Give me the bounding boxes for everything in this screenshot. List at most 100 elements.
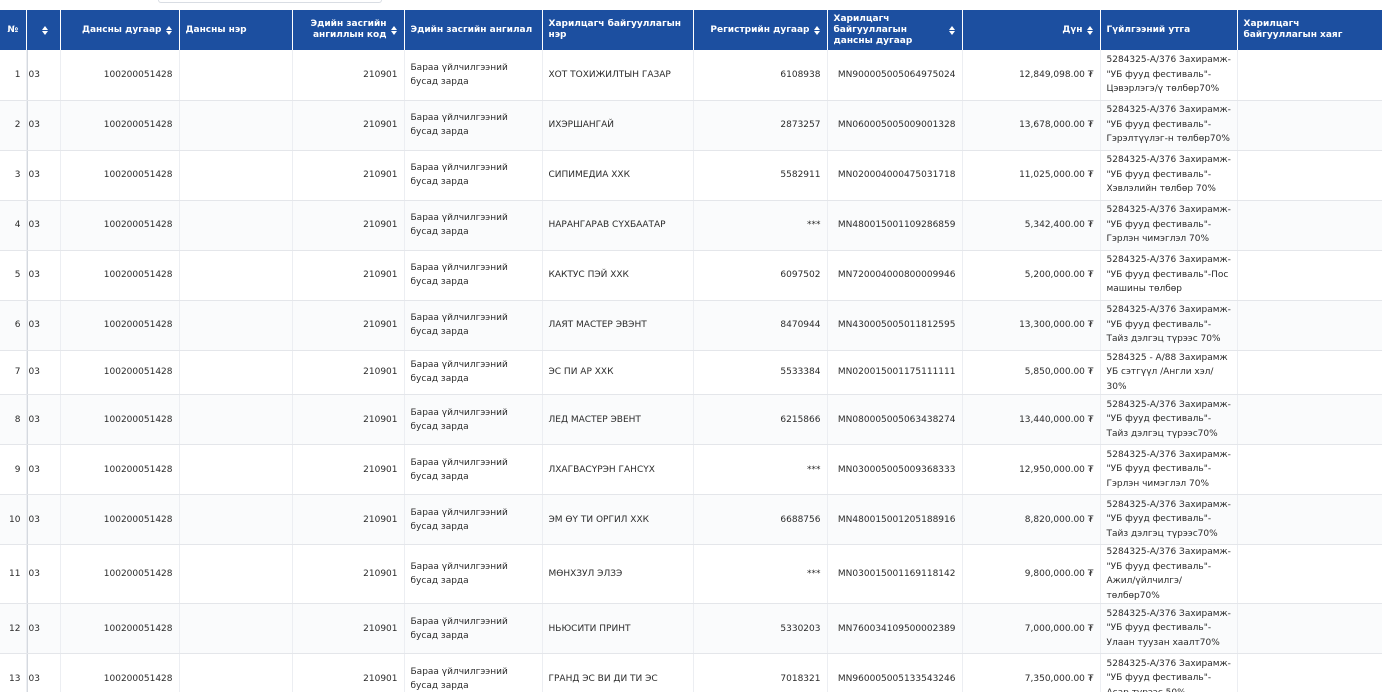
registration-number: *** xyxy=(693,200,828,251)
partner-account-number: MN020015001175111111 xyxy=(827,350,963,395)
registration-number: *** xyxy=(693,544,828,604)
econ-name: Бараа үйлчилгээний бусад зарда xyxy=(404,394,543,445)
transactions-table: № Дансны дугаар Дансны нэр Эдийн засгийн… xyxy=(0,10,1382,692)
econ-name: Бараа үйлчилгээний бусад зарда xyxy=(404,444,543,495)
partner-name: КАКТУС ПЭЙ ХХК xyxy=(542,250,694,301)
row-code: 03 xyxy=(26,350,61,395)
amount: 7,350,000.00 ₮ xyxy=(962,653,1101,692)
econ-code: 210901 xyxy=(292,300,405,351)
row-number: 7 xyxy=(0,350,27,395)
table-row[interactable]: 9 03 100200051428 210901 Бараа үйлчилгээ… xyxy=(0,444,1382,495)
amount: 5,200,000.00 ₮ xyxy=(962,250,1101,301)
sort-icon[interactable] xyxy=(814,25,821,35)
col-header-partner-account[interactable]: Харилцагч байгууллагын дансны дугаар xyxy=(827,10,963,50)
col-header-label: Гүйлгээний утга xyxy=(1106,24,1191,35)
sort-icon[interactable] xyxy=(949,25,956,35)
registration-number: 6108938 xyxy=(693,50,828,101)
account-name xyxy=(179,544,293,604)
table-row[interactable]: 12 03 100200051428 210901 Бараа үйлчилгэ… xyxy=(0,603,1382,654)
col-header-amount[interactable]: Дүн xyxy=(962,10,1101,50)
row-code: 03 xyxy=(26,100,61,151)
amount: 5,342,400.00 ₮ xyxy=(962,200,1101,251)
table-row[interactable]: 2 03 100200051428 210901 Бараа үйлчилгээ… xyxy=(0,100,1382,151)
registration-number: 5330203 xyxy=(693,603,828,654)
account-name xyxy=(179,394,293,445)
table-row[interactable]: 10 03 100200051428 210901 Бараа үйлчилгэ… xyxy=(0,494,1382,545)
row-number: 6 xyxy=(0,300,27,351)
col-header-code[interactable] xyxy=(26,10,61,50)
row-code: 03 xyxy=(26,494,61,545)
col-header-account-number[interactable]: Дансны дугаар xyxy=(60,10,180,50)
top-toolbar-strip xyxy=(0,0,1382,10)
amount: 5,850,000.00 ₮ xyxy=(962,350,1101,395)
partner-account-number: MN020004000475031718 xyxy=(827,150,963,201)
econ-name: Бараа үйлчилгээний бусад зарда xyxy=(404,603,543,654)
table-row[interactable]: 11 03 100200051428 210901 Бараа үйлчилгэ… xyxy=(0,544,1382,604)
table-row[interactable]: 13 03 100200051428 210901 Бараа үйлчилгэ… xyxy=(0,653,1382,692)
search-box-edge[interactable] xyxy=(158,0,382,3)
table-row[interactable]: 8 03 100200051428 210901 Бараа үйлчилгээ… xyxy=(0,394,1382,445)
registration-number: 5533384 xyxy=(693,350,828,395)
table-row[interactable]: 1 03 100200051428 210901 Бараа үйлчилгээ… xyxy=(0,50,1382,101)
partner-name: ИХЭРШАНГАЙ xyxy=(542,100,694,151)
account-number: 100200051428 xyxy=(60,150,180,201)
transaction-description: 5284325-А/376 Захирамж-"УБ фууд фестивал… xyxy=(1100,653,1238,692)
row-number: 9 xyxy=(0,444,27,495)
account-name xyxy=(179,603,293,654)
col-header-econ-code[interactable]: Эдийн засгийн ангиллын код xyxy=(292,10,405,50)
sort-icon[interactable] xyxy=(391,25,398,35)
partner-address xyxy=(1237,50,1382,101)
row-code: 03 xyxy=(26,394,61,445)
partner-account-number: MN430005005011812595 xyxy=(827,300,963,351)
row-number: 3 xyxy=(0,150,27,201)
partner-name: ГРАНД ЭС ВИ ДИ ТИ ЭС xyxy=(542,653,694,692)
transaction-description: 5284325-А/376 Захирамж-"УБ фууд фестивал… xyxy=(1100,603,1238,654)
econ-name: Бараа үйлчилгээний бусад зарда xyxy=(404,250,543,301)
col-header-label: Дүн xyxy=(1062,24,1083,35)
row-code: 03 xyxy=(26,300,61,351)
partner-address xyxy=(1237,603,1382,654)
account-name xyxy=(179,444,293,495)
econ-name: Бараа үйлчилгээний бусад зарда xyxy=(404,300,543,351)
row-code: 03 xyxy=(26,544,61,604)
partner-account-number: MN060005005009001328 xyxy=(827,100,963,151)
col-header-partner-address: Харилцагч байгууллагын хаяг xyxy=(1237,10,1382,50)
partner-account-number: MN900005005064975024 xyxy=(827,50,963,101)
row-code: 03 xyxy=(26,250,61,301)
col-header-econ-name: Эдийн засгийн ангилал xyxy=(404,10,543,50)
partner-address xyxy=(1237,544,1382,604)
econ-code: 210901 xyxy=(292,603,405,654)
account-name xyxy=(179,300,293,351)
col-header-registration[interactable]: Регистрийн дугаар xyxy=(693,10,828,50)
amount: 8,820,000.00 ₮ xyxy=(962,494,1101,545)
registration-number: 6097502 xyxy=(693,250,828,301)
registration-number: *** xyxy=(693,444,828,495)
row-code: 03 xyxy=(26,603,61,654)
row-number: 4 xyxy=(0,200,27,251)
table-row[interactable]: 3 03 100200051428 210901 Бараа үйлчилгээ… xyxy=(0,150,1382,201)
table-row[interactable]: 5 03 100200051428 210901 Бараа үйлчилгээ… xyxy=(0,250,1382,301)
partner-name: НЬЮСИТИ ПРИНТ xyxy=(542,603,694,654)
row-number: 5 xyxy=(0,250,27,301)
account-number: 100200051428 xyxy=(60,544,180,604)
partner-name: НАРАНГАРАВ СҮХБААТАР xyxy=(542,200,694,251)
account-number: 100200051428 xyxy=(60,50,180,101)
amount: 7,000,000.00 ₮ xyxy=(962,603,1101,654)
registration-number: 2873257 xyxy=(693,100,828,151)
sort-icon[interactable] xyxy=(42,25,49,35)
table-row[interactable]: 7 03 100200051428 210901 Бараа үйлчилгээ… xyxy=(0,350,1382,395)
partner-address xyxy=(1237,653,1382,692)
partner-address xyxy=(1237,350,1382,395)
registration-number: 6688756 xyxy=(693,494,828,545)
col-header-label: Харилцагч байгууллагын дансны дугаар xyxy=(833,13,913,46)
transaction-description: 5284325 - А/88 Захирамж УБ сэтгүүл /Англ… xyxy=(1100,350,1238,395)
sort-icon[interactable] xyxy=(1087,25,1094,35)
row-code: 03 xyxy=(26,653,61,692)
table-row[interactable]: 4 03 100200051428 210901 Бараа үйлчилгээ… xyxy=(0,200,1382,251)
table-row[interactable]: 6 03 100200051428 210901 Бараа үйлчилгээ… xyxy=(0,300,1382,351)
partner-address xyxy=(1237,300,1382,351)
econ-name: Бараа үйлчилгээний бусад зарда xyxy=(404,494,543,545)
sort-icon[interactable] xyxy=(166,25,173,35)
col-header-number: № xyxy=(0,10,27,50)
transaction-description: 5284325-А/376 Захирамж-"УБ фууд фестивал… xyxy=(1100,100,1238,151)
